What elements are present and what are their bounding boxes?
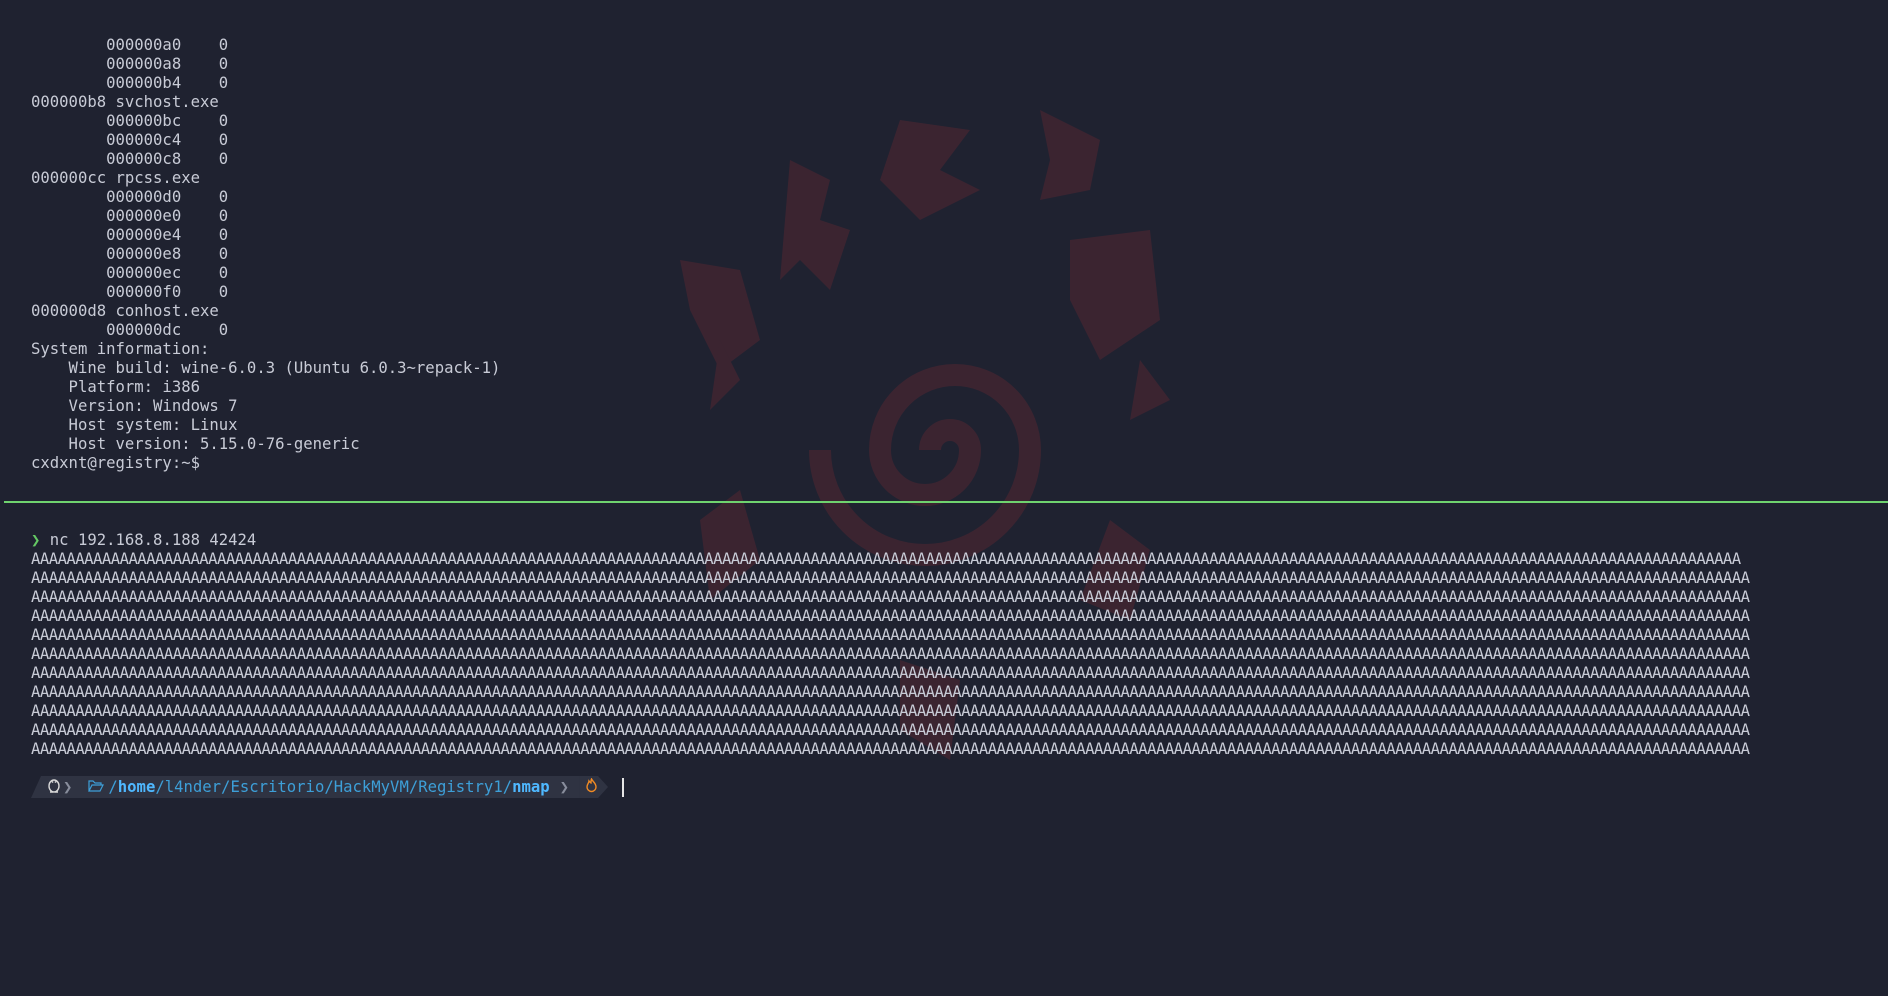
output-line: 000000bc 0 <box>31 112 229 130</box>
flame-icon <box>585 778 598 797</box>
command-line: ❯ nc 192.168.8.188 42424 <box>31 531 1750 550</box>
command-text: nc 192.168.8.188 42424 <box>49 531 257 549</box>
payload-line: AAAAAAAAAAAAAAAAAAAAAAAAAAAAAAAAAAAAAAAA… <box>31 607 1750 625</box>
shell-prompt: cxdxnt@registry:~$ <box>31 454 200 472</box>
payload-line: AAAAAAAAAAAAAAAAAAAAAAAAAAAAAAAAAAAAAAAA… <box>31 626 1750 644</box>
shell-prompt-bar: ❯ / home/l4nder/Escritorio/HackMyVM/Regis… <box>31 776 625 798</box>
output-line: 000000cc rpcss.exe <box>31 169 200 187</box>
output-line: Version: Windows 7 <box>31 397 238 415</box>
output-line: 000000f0 0 <box>31 283 229 301</box>
payload-line: AAAAAAAAAAAAAAAAAAAAAAAAAAAAAAAAAAAAAAAA… <box>31 645 1750 663</box>
output-line: 000000b4 0 <box>31 74 229 92</box>
output-line: 000000e4 0 <box>31 226 229 244</box>
os-segment: ❯ <box>31 776 81 798</box>
payload-line: AAAAAAAAAAAAAAAAAAAAAAAAAAAAAAAAAAAAAAAA… <box>31 721 1750 739</box>
payload-line: AAAAAAAAAAAAAAAAAAAAAAAAAAAAAAAAAAAAAAAA… <box>31 588 1750 606</box>
path-current-dir: nmap <box>512 778 550 796</box>
folder-open-icon <box>88 778 105 796</box>
output-line: Host version: 5.15.0-76-generic <box>31 435 360 453</box>
path-middle: /l4nder/Escritorio/HackMyVM/Registry1/ <box>155 778 513 796</box>
output-line: System information: <box>31 340 210 358</box>
output-line: 000000a8 0 <box>31 55 229 73</box>
output-line: 000000ec 0 <box>31 264 229 282</box>
payload-line: AAAAAAAAAAAAAAAAAAAAAAAAAAAAAAAAAAAAAAAA… <box>31 550 1741 568</box>
path-home: home <box>117 778 156 796</box>
chevron-right-icon: ❯ <box>559 778 570 796</box>
prompt-arrow-icon: ❯ <box>31 531 41 549</box>
output-line: 000000dc 0 <box>31 321 229 339</box>
payload-line: AAAAAAAAAAAAAAAAAAAAAAAAAAAAAAAAAAAAAAAA… <box>31 683 1750 701</box>
output-line: Platform: i386 <box>31 378 200 396</box>
top-terminal-pane[interactable]: 000000a0 0 000000a8 0 000000b4 0 000000b… <box>0 0 1888 500</box>
payload-line: AAAAAAAAAAAAAAAAAAAAAAAAAAAAAAAAAAAAAAAA… <box>31 664 1750 682</box>
bottom-terminal-pane[interactable]: ❯ nc 192.168.8.188 42424 AAAAAAAAAAAAAAA… <box>0 503 1888 996</box>
output-line: Wine build: wine-6.0.3 (Ubuntu 6.0.3~rep… <box>31 359 501 377</box>
output-line: 000000e8 0 <box>31 245 229 263</box>
output-line: 000000d8 conhost.exe <box>31 302 219 320</box>
output-line: 000000a0 0 <box>31 36 229 54</box>
bottom-terminal-output: ❯ nc 192.168.8.188 42424 AAAAAAAAAAAAAAA… <box>31 531 1750 759</box>
output-line: Host system: Linux <box>31 416 238 434</box>
path-segment: / home/l4nder/Escritorio/HackMyVM/Registr… <box>80 776 580 798</box>
status-segment <box>579 776 608 798</box>
payload-line: AAAAAAAAAAAAAAAAAAAAAAAAAAAAAAAAAAAAAAAA… <box>31 740 1750 758</box>
path-prefix: / <box>108 778 118 796</box>
top-terminal-output: 000000a0 0 000000a8 0 000000b4 0 000000b… <box>31 36 500 473</box>
output-line: 000000c8 0 <box>31 150 229 168</box>
text-cursor[interactable] <box>622 777 625 797</box>
output-line: 000000d0 0 <box>31 188 229 206</box>
output-line: 000000e0 0 <box>31 207 229 225</box>
output-line: 000000b8 svchost.exe <box>31 93 219 111</box>
linux-tux-icon <box>47 777 61 797</box>
payload-line: AAAAAAAAAAAAAAAAAAAAAAAAAAAAAAAAAAAAAAAA… <box>31 569 1750 587</box>
output-line: 000000c4 0 <box>31 131 229 149</box>
chevron-right-icon: ❯ <box>63 778 73 796</box>
payload-line: AAAAAAAAAAAAAAAAAAAAAAAAAAAAAAAAAAAAAAAA… <box>31 702 1750 720</box>
